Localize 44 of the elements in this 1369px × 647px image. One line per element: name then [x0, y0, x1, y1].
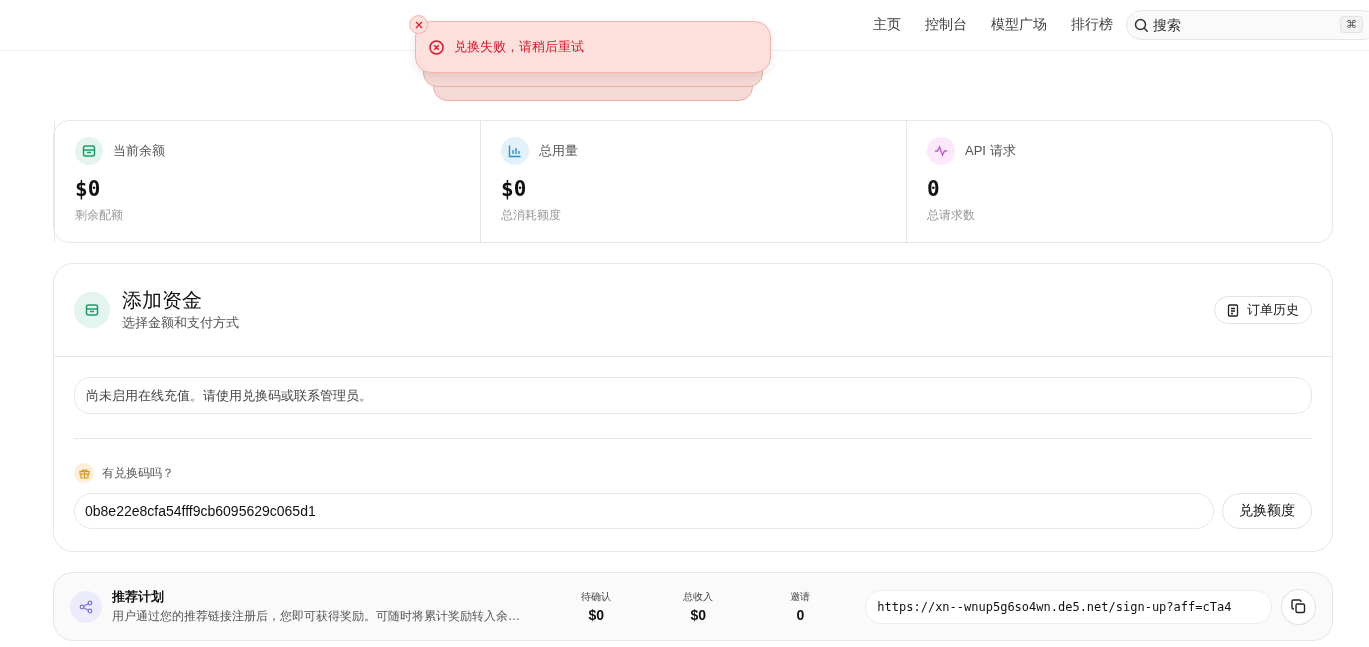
nav-link[interactable]: 主页: [873, 16, 901, 34]
referral-stat-label: 总收入: [682, 590, 715, 604]
referral-description: 用户通过您的推荐链接注册后，您即可获得奖励。可随时将累计奖励转入余…: [112, 608, 521, 625]
section-title: 添加资金: [122, 288, 203, 312]
stat-label: 总用量: [539, 142, 578, 160]
gift-icon: [78, 467, 90, 479]
stat-caption: 总请求数: [927, 207, 976, 224]
referral-stat-value: $0: [587, 607, 606, 623]
bar-chart-icon: [508, 144, 522, 158]
shortcut-hint: ⌘: [1340, 16, 1363, 33]
referral-stat-label: 邀请: [789, 590, 812, 604]
nav-link[interactable]: 模型广场: [991, 16, 1047, 34]
redeem-code-field[interactable]: 0b8e22e8cfa54fff9cb6095629c065d1: [74, 493, 1214, 529]
close-button[interactable]: [409, 15, 428, 34]
receipt-icon: [1227, 303, 1239, 317]
close-icon: [414, 20, 423, 29]
stat-caption: 总消耗额度: [501, 207, 562, 224]
redeem-label: 有兑换码吗？: [102, 464, 174, 482]
wallet-icon: [85, 303, 99, 317]
wallet-icon: [82, 144, 96, 158]
stat-value: 0: [927, 177, 941, 201]
section-subtitle: 选择金额和支付方式: [122, 314, 239, 332]
referral-stat-label: 待确认: [580, 590, 613, 604]
toast-message: 兑换失败，请稍后重试: [454, 38, 584, 56]
nav-link[interactable]: 排行榜: [1071, 16, 1113, 34]
pulse-icon: [934, 144, 948, 158]
copy-icon: [1290, 599, 1306, 614]
referral-stat-value: $0: [689, 607, 708, 623]
referral-link-field[interactable]: https://xn--wnup5g6so4wn.de5.net/sign-up?aff=cTa4: [865, 589, 1272, 624]
error-icon: [429, 39, 444, 55]
stat-value: $0: [501, 177, 528, 201]
notice-banner: 尚未启用在线充值。请使用兑换码或联系管理员。: [74, 377, 1312, 414]
stat-label: API 请求: [965, 142, 1016, 160]
referral-stat-value: 0: [795, 607, 806, 623]
referral-title: 推荐计划: [112, 588, 165, 606]
stat-label: 当前余额: [113, 142, 165, 160]
copy-button[interactable]: [1280, 588, 1316, 625]
stat-caption: 剩余配额: [75, 207, 124, 224]
order-history-button[interactable]: 订单历史: [1214, 296, 1312, 324]
redeem-button[interactable]: 兑换额度: [1222, 493, 1312, 529]
stat-value: $0: [75, 177, 102, 201]
share-icon: [79, 599, 93, 614]
search-icon: [1134, 18, 1149, 33]
nav-link[interactable]: 控制台: [925, 16, 967, 34]
